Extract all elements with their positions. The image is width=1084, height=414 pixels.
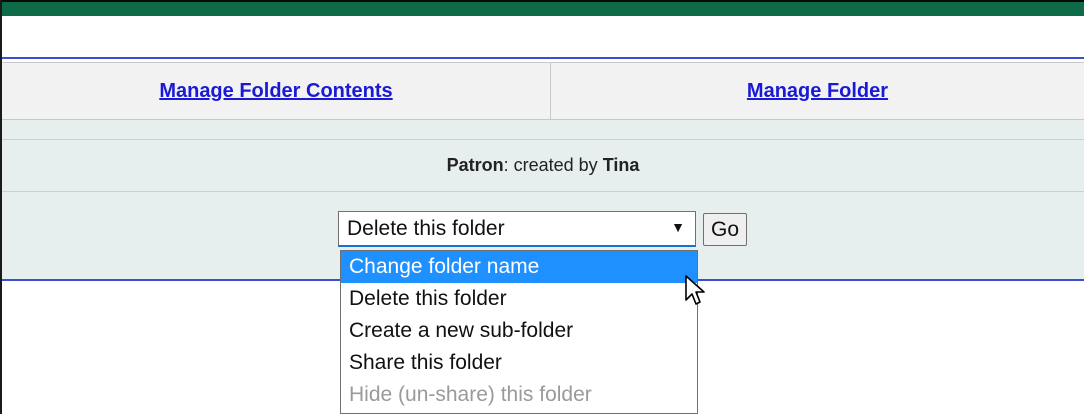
created-by-text: : created by — [503, 155, 603, 175]
option-change-folder-name[interactable]: Change folder name — [341, 251, 697, 283]
option-share-folder[interactable]: Share this folder — [341, 347, 697, 379]
header-spacer — [2, 16, 1084, 58]
dropdown-arrow-icon: ▼ — [671, 219, 685, 235]
folder-owner: Tina — [602, 155, 640, 175]
section-spacer — [2, 120, 1084, 140]
manage-folder-link[interactable]: Manage Folder — [747, 80, 888, 103]
option-delete-folder[interactable]: Delete this folder — [341, 283, 697, 315]
go-button[interactable]: Go — [703, 213, 747, 246]
option-create-sub-folder[interactable]: Create a new sub-folder — [341, 315, 697, 347]
manage-folder-contents-link[interactable]: Manage Folder Contents — [159, 80, 392, 103]
folder-action-select[interactable]: Delete this folder ▼ — [338, 211, 696, 247]
folder-action-dropdown-list: Change folder name Delete this folder Cr… — [340, 250, 698, 414]
divider-line-top — [2, 57, 1084, 59]
folder-name: Patron — [446, 155, 504, 175]
folder-action-selected-value: Delete this folder — [347, 216, 505, 240]
option-hide-unshare-folder: Hide (un-share) this folder — [349, 383, 592, 406]
tab-manage-folder: Manage Folder — [551, 63, 1084, 119]
tab-bar: Manage Folder Contents Manage Folder — [2, 62, 1084, 120]
tab-manage-folder-contents: Manage Folder Contents — [2, 63, 551, 119]
mouse-pointer-icon — [685, 275, 705, 305]
folder-info: Patron: created by Tina — [2, 140, 1084, 192]
header-bar — [2, 0, 1084, 16]
